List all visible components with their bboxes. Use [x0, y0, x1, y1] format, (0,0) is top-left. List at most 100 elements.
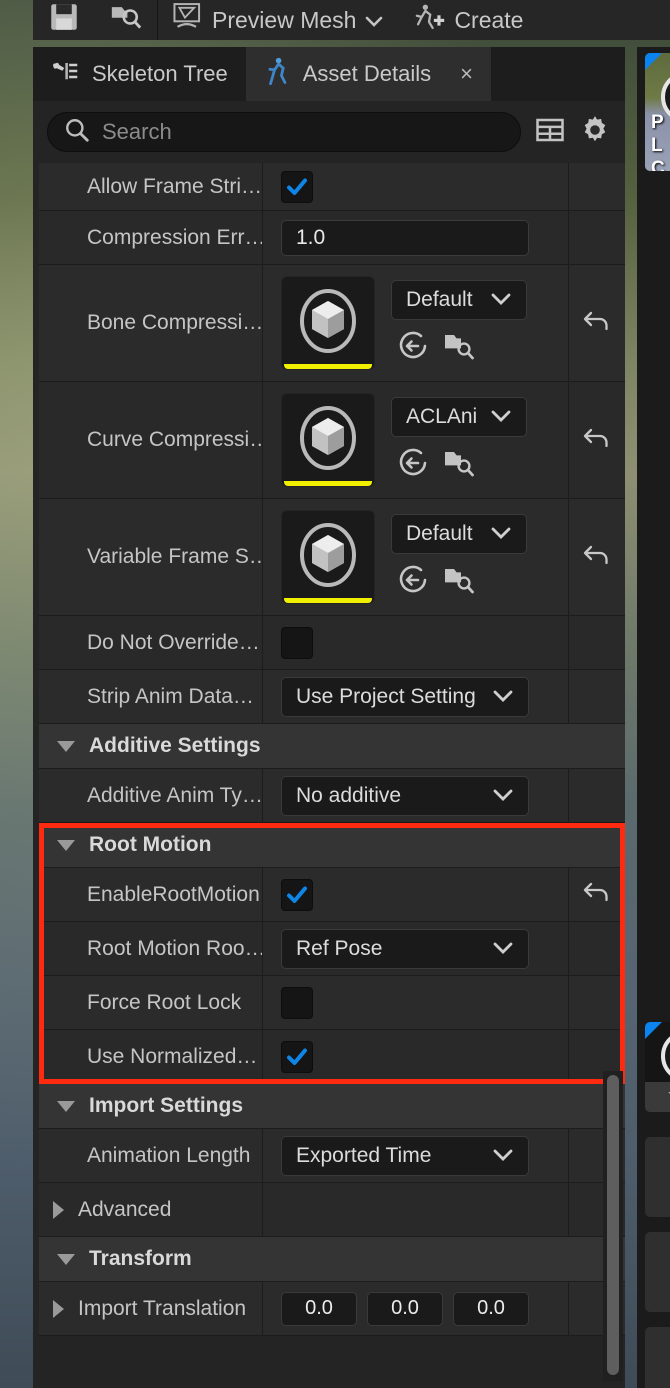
reset-to-default-button[interactable] — [569, 265, 625, 381]
save-button[interactable] — [33, 0, 95, 40]
category-label: Additive Settings — [89, 734, 261, 758]
table-view-icon[interactable] — [535, 115, 565, 150]
property-label: Animation Length — [87, 1144, 250, 1168]
properties-list: Allow Frame Stri…Compression Err…1.0Bone… — [39, 163, 625, 1336]
tab-asset-details-label: Asset Details — [303, 61, 431, 87]
asset-tile[interactable] — [645, 1327, 670, 1388]
asset-picker: ACLAni — [281, 393, 527, 487]
checkbox-unchecked[interactable] — [281, 987, 313, 1019]
property-name[interactable]: Advanced — [39, 1183, 263, 1236]
search-input[interactable]: Search — [47, 112, 521, 152]
checkbox-checked[interactable] — [281, 879, 313, 911]
chevron-down-icon — [490, 288, 512, 312]
create-asset-icon — [412, 2, 446, 38]
asset-picker: Default — [281, 276, 527, 370]
reset-column-empty — [569, 769, 625, 822]
dropdown[interactable]: Exported Time — [281, 1136, 529, 1176]
checkbox-checked[interactable] — [281, 1041, 313, 1073]
create-asset-button[interactable]: Create — [398, 0, 537, 40]
chevron-right-icon — [53, 1300, 64, 1318]
reset-arrow-icon — [582, 542, 612, 573]
gear-icon[interactable] — [579, 114, 611, 151]
property-row: Force Root Lock — [39, 976, 625, 1030]
chevron-down-icon — [492, 784, 514, 808]
property-row: Root Motion Roo… Ref Pose — [39, 922, 625, 976]
reset-column-empty — [569, 976, 625, 1029]
panel-tab-strip: Skeleton Tree Asset Details × — [33, 47, 625, 101]
chevron-down-icon — [57, 741, 75, 752]
checkbox-unchecked[interactable] — [281, 627, 313, 659]
browse-to-asset-icon[interactable] — [443, 565, 475, 600]
vector-component-x[interactable]: 0.0 — [281, 1292, 357, 1326]
vector-component-z[interactable]: 0.0 — [453, 1292, 529, 1326]
dropdown[interactable]: Use Project Setting — [281, 677, 529, 717]
category-label: Import Settings — [89, 1094, 243, 1118]
property-name: Additive Anim Ty… — [39, 769, 263, 822]
asset-dropdown[interactable]: Default — [391, 514, 527, 554]
asset-type-underline — [284, 481, 372, 486]
asset-thumbnail[interactable] — [281, 393, 375, 487]
category-header[interactable]: Additive Settings — [39, 724, 625, 769]
category-header[interactable]: Transform — [39, 1237, 625, 1282]
browse-to-asset-icon[interactable] — [443, 448, 475, 483]
property-name: Force Root Lock — [39, 976, 263, 1029]
browse-to-asset-icon — [109, 0, 143, 40]
asset-dropdown[interactable]: ACLAni — [391, 397, 527, 437]
reset-to-default-button[interactable] — [569, 868, 625, 921]
property-value: No additive — [263, 769, 569, 822]
asset-thumbnail[interactable] — [281, 276, 375, 370]
category-header[interactable]: Root Motion — [39, 823, 625, 868]
preview-mesh-button[interactable]: Preview Mesh — [158, 0, 398, 40]
property-value: Default — [263, 265, 569, 381]
properties-scroll-area[interactable]: Allow Frame Stri…Compression Err…1.0Bone… — [39, 163, 625, 1388]
tab-skeleton-tree[interactable]: Skeleton Tree — [33, 47, 246, 101]
property-value — [263, 163, 569, 210]
property-name[interactable]: Import Translation — [39, 1282, 263, 1335]
use-selected-asset-icon[interactable] — [397, 330, 429, 367]
asset-dropdown-value: ACLAni — [406, 405, 477, 429]
property-label: Do Not Override… — [87, 631, 260, 655]
property-row: Do Not Override… — [39, 616, 625, 670]
dropdown[interactable]: No additive — [281, 776, 529, 816]
use-selected-asset-icon[interactable] — [397, 447, 429, 484]
use-selected-asset-icon[interactable] — [397, 564, 429, 601]
dropdown[interactable]: Ref Pose — [281, 929, 529, 969]
property-label: Bone Compressi… — [87, 311, 263, 335]
asset-tile[interactable] — [645, 1137, 670, 1217]
chevron-down-icon — [666, 1088, 670, 1106]
numeric-input[interactable]: 1.0 — [281, 220, 529, 256]
reset-column-empty — [569, 922, 625, 975]
category-header[interactable]: Import Settings — [39, 1084, 625, 1129]
reset-to-default-button[interactable] — [569, 499, 625, 615]
chevron-down-icon — [57, 840, 75, 851]
property-value — [263, 1030, 569, 1083]
asset-tile[interactable] — [645, 1232, 670, 1312]
asset-status-corner-icon — [645, 53, 662, 70]
save-icon — [47, 0, 81, 40]
property-row: EnableRootMotion — [39, 868, 625, 922]
property-label: Advanced — [78, 1198, 171, 1222]
checkbox-checked[interactable] — [281, 171, 313, 203]
scrollbar-thumb[interactable] — [607, 1075, 619, 1375]
tab-asset-details[interactable]: Asset Details × — [246, 47, 491, 101]
details-scrollbar[interactable] — [603, 1071, 623, 1381]
property-value — [263, 1183, 569, 1236]
asset-thumbnail[interactable] — [281, 510, 375, 604]
search-placeholder: Search — [102, 119, 172, 145]
root-motion-highlight-region: Root MotionEnableRootMotionRoot Motion R… — [39, 823, 625, 1084]
asset-tile[interactable] — [645, 1022, 670, 1112]
property-name: Root Motion Roo… — [39, 922, 263, 975]
asset-dropdown[interactable]: Default — [391, 280, 527, 320]
browse-to-asset-icon[interactable] — [443, 331, 475, 366]
property-name: Curve Compressi… — [39, 382, 263, 498]
property-row: Strip Anim Data…Use Project Setting — [39, 670, 625, 724]
vector-component-y[interactable]: 0.0 — [367, 1292, 443, 1326]
property-row: Advanced — [39, 1183, 625, 1237]
close-icon[interactable]: × — [460, 63, 473, 85]
property-row: Additive Anim Ty… No additive — [39, 769, 625, 823]
property-label: Force Root Lock — [87, 991, 241, 1015]
reset-to-default-button[interactable] — [569, 382, 625, 498]
property-row: Curve Compressi… ACLAni — [39, 382, 625, 499]
asset-tile[interactable]: PLCTrVUAF — [645, 53, 670, 171]
browse-asset-button[interactable] — [95, 0, 157, 40]
